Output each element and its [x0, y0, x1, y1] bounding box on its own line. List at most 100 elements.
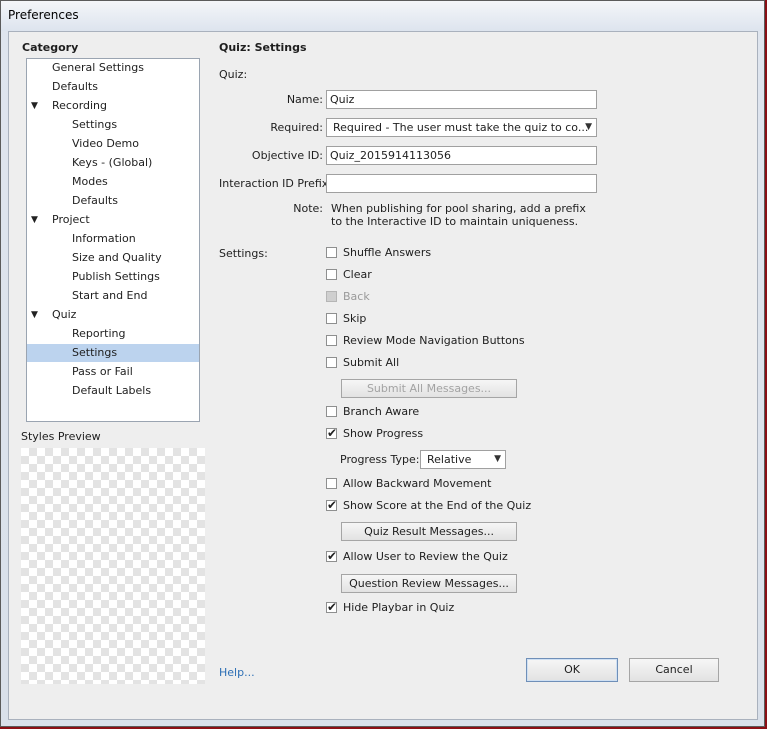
expand-arrow-icon[interactable]: ▼ [31, 211, 38, 229]
tree-item-size-and-quality[interactable]: Size and Quality [27, 249, 199, 267]
checkbox-label: Branch Aware [343, 405, 420, 418]
tree-item-recording-settings[interactable]: Settings [27, 116, 199, 134]
checkbox-box[interactable]: ✔ [326, 498, 338, 512]
checkbox-label: Review Mode Navigation Buttons [343, 334, 525, 347]
objective-id-field[interactable]: Quiz_2015914113056 [326, 146, 597, 165]
submit-all-messages-button: Submit All Messages... [341, 379, 517, 398]
tree-item-quiz[interactable]: ▼ Quiz [27, 306, 199, 324]
checkbox-box[interactable]: ✔ [326, 426, 338, 440]
dialog-client-area: Category General Settings Defaults ▼ Reco… [8, 31, 758, 720]
note-label: Note: [293, 202, 323, 215]
tree-item-information[interactable]: Information [27, 230, 199, 248]
checkbox-label: Clear [343, 268, 372, 281]
checkbox-box[interactable]: ✔ [326, 600, 338, 614]
checkmark-icon: ✔ [327, 426, 338, 440]
tree-item-video-demo[interactable]: Video Demo [27, 135, 199, 153]
checkbox-box[interactable] [326, 406, 337, 417]
checkbox-label: Skip [343, 312, 367, 325]
checkbox-label: Back [343, 290, 370, 303]
tree-item-label: Project [52, 213, 90, 226]
settings-label: Settings: [219, 247, 268, 260]
checkmark-icon: ✔ [327, 498, 338, 512]
progress-type-value: Relative [427, 453, 472, 466]
name-field[interactable]: Quiz [326, 90, 597, 109]
tree-item-label: Size and Quality [72, 251, 162, 264]
tree-item-label: Publish Settings [72, 270, 160, 283]
interaction-id-prefix-field[interactable] [326, 174, 597, 193]
tree-item-publish-settings[interactable]: Publish Settings [27, 268, 199, 286]
checkbox-label: Submit All [343, 356, 400, 369]
required-dropdown-value: Required - The user must take the quiz t… [333, 121, 589, 134]
styles-preview-label: Styles Preview [21, 430, 101, 443]
tree-item-defaults[interactable]: Defaults [27, 78, 199, 96]
required-label: Required: [270, 121, 323, 134]
tree-item-label: Quiz [52, 308, 77, 321]
window-title: Preferences [8, 8, 79, 22]
checkbox-box[interactable] [326, 269, 337, 280]
tree-item-label: Information [72, 232, 136, 245]
quiz-result-messages-button[interactable]: Quiz Result Messages... [341, 522, 517, 541]
chevron-down-icon: ▼ [494, 454, 501, 464]
question-review-messages-button[interactable]: Question Review Messages... [341, 574, 517, 593]
tree-item-label: Reporting [72, 327, 126, 340]
tree-item-label: Start and End [72, 289, 148, 302]
tree-item-label: Recording [52, 99, 108, 112]
tree-item-label: Defaults [52, 80, 98, 93]
tree-item-label: Pass or Fail [72, 365, 133, 378]
category-heading: Category [22, 41, 79, 54]
tree-item-quiz-settings[interactable]: Settings [27, 344, 199, 362]
checkmark-icon: ✔ [327, 549, 338, 563]
help-link[interactable]: Help... [219, 666, 255, 679]
checkbox-label: Allow Backward Movement [343, 477, 492, 490]
tree-item-label: Settings [72, 346, 118, 359]
ok-button[interactable]: OK [526, 658, 618, 682]
checkbox-label: Shuffle Answers [343, 246, 432, 259]
chevron-down-icon: ▼ [585, 122, 592, 132]
title-bar[interactable]: Preferences [1, 1, 764, 31]
checkbox-label: Hide Playbar in Quiz [343, 601, 455, 614]
expand-arrow-icon[interactable]: ▼ [31, 97, 38, 115]
tree-item-project[interactable]: ▼ Project [27, 211, 199, 229]
tree-item-label: Settings [72, 118, 118, 131]
checkbox-box [326, 291, 337, 302]
expand-arrow-icon[interactable]: ▼ [31, 306, 38, 324]
tree-item-label: Modes [72, 175, 108, 188]
category-tree: General Settings Defaults ▼ Recording Set… [26, 58, 200, 422]
required-dropdown[interactable]: Required - The user must take the quiz t… [326, 118, 597, 137]
cancel-button[interactable]: Cancel [629, 658, 719, 682]
name-label: Name: [286, 93, 323, 106]
checkbox-box[interactable] [326, 335, 337, 346]
note-text-line2: to the Interactive ID to maintain unique… [331, 215, 579, 228]
tree-item-default-labels[interactable]: Default Labels [27, 382, 199, 400]
objective-id-label: Objective ID: [251, 149, 323, 162]
tree-item-recording-defaults[interactable]: Defaults [27, 192, 199, 210]
styles-preview-canvas [21, 448, 205, 684]
tree-item-recording[interactable]: ▼ Recording [27, 97, 199, 115]
quiz-section-label: Quiz: [219, 68, 248, 81]
tree-item-label: Defaults [72, 194, 118, 207]
tree-item-label: General Settings [52, 61, 144, 74]
checkbox-box[interactable] [326, 247, 337, 258]
tree-item-modes[interactable]: Modes [27, 173, 199, 191]
tree-item-keys-global[interactable]: Keys - (Global) [27, 154, 199, 172]
preferences-window: Preferences Category General Settings De… [0, 0, 765, 727]
progress-type-label: Progress Type: [340, 453, 420, 466]
tree-item-reporting[interactable]: Reporting [27, 325, 199, 343]
note-text-line1: When publishing for pool sharing, add a … [331, 202, 586, 215]
checkbox-label: Show Score at the End of the Quiz [343, 499, 532, 512]
tree-item-label: Video Demo [72, 137, 139, 150]
checkbox-box[interactable] [326, 357, 337, 368]
checkbox-label: Show Progress [343, 427, 424, 440]
progress-type-dropdown[interactable]: Relative ▼ [420, 450, 506, 469]
tree-item-label: Keys - (Global) [72, 156, 153, 169]
checkbox-box[interactable]: ✔ [326, 549, 338, 563]
tree-item-pass-or-fail[interactable]: Pass or Fail [27, 363, 199, 381]
page-title: Quiz: Settings [219, 41, 307, 54]
checkbox-label: Allow User to Review the Quiz [343, 550, 508, 563]
tree-item-start-and-end[interactable]: Start and End [27, 287, 199, 305]
checkmark-icon: ✔ [327, 600, 338, 614]
tree-item-general-settings[interactable]: General Settings [27, 59, 199, 77]
tree-item-label: Default Labels [72, 384, 152, 397]
checkbox-box[interactable] [326, 478, 337, 489]
checkbox-box[interactable] [326, 313, 337, 324]
